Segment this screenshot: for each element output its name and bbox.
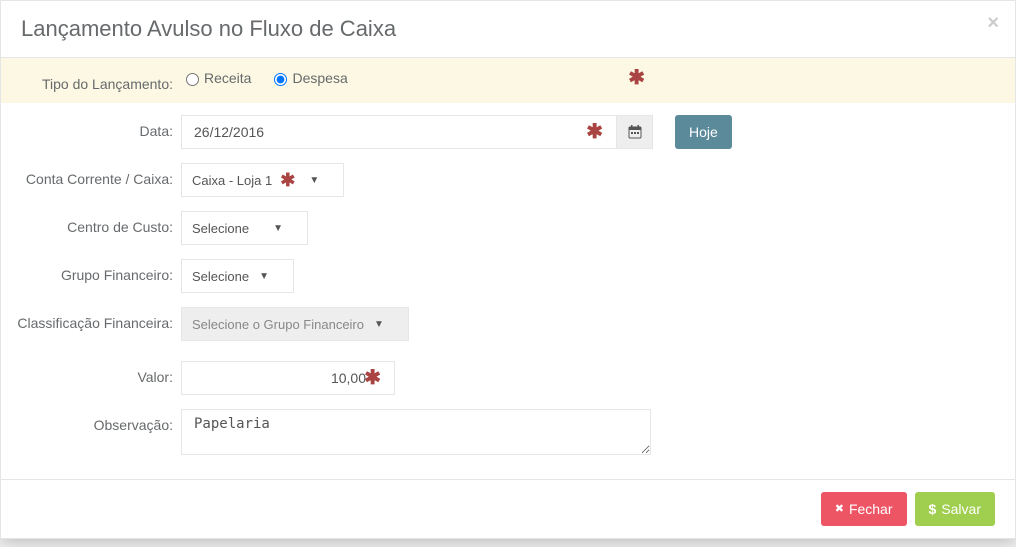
select-centro-custo-value: Selecione — [192, 221, 249, 236]
select-centro-custo[interactable]: Selecione ▼ — [181, 211, 308, 245]
radio-receita-label: Receita — [204, 70, 251, 86]
dollar-icon: $ — [929, 502, 937, 516]
label-classificacao-financeira: Classificação Financeira: — [11, 307, 181, 332]
label-data: Data: — [11, 115, 181, 140]
select-classificacao-financeira-value: Selecione o Grupo Financeiro — [192, 317, 364, 332]
hoje-button[interactable]: Hoje — [675, 115, 732, 149]
row-classificacao-financeira: Classificação Financeira: Selecione o Gr… — [1, 303, 1015, 345]
label-observacao: Observação: — [11, 409, 181, 434]
calendar-icon — [628, 125, 642, 139]
label-centro-custo: Centro de Custo: — [11, 211, 181, 236]
salvar-button-label: Salvar — [941, 501, 981, 517]
label-grupo-financeiro: Grupo Financeiro: — [11, 259, 181, 284]
close-icon[interactable]: × — [987, 13, 999, 33]
select-conta-corrente-value: Caixa - Loja 1 — [192, 173, 272, 188]
modal-header: Lançamento Avulso no Fluxo de Caixa × — [1, 1, 1015, 58]
observacao-textarea[interactable] — [181, 409, 651, 455]
select-grupo-financeiro[interactable]: Selecione ▼ — [181, 259, 294, 293]
chevron-down-icon: ▼ — [273, 223, 283, 234]
radio-despesa-input[interactable] — [274, 73, 287, 86]
asterisk-icon: ✱ — [358, 368, 387, 388]
fechar-button[interactable]: ✖ Fechar — [821, 492, 907, 526]
select-grupo-financeiro-value: Selecione — [192, 269, 249, 284]
chevron-down-icon: ▼ — [374, 319, 384, 330]
chevron-down-icon: ▼ — [309, 175, 319, 186]
modal-title: Lançamento Avulso no Fluxo de Caixa — [21, 16, 995, 42]
label-valor: Valor: — [11, 361, 181, 386]
modal-footer: ✖ Fechar $ Salvar — [1, 479, 1015, 538]
row-data: Data: ✱ — [1, 111, 1015, 153]
hoje-button-label: Hoje — [689, 124, 718, 140]
date-input[interactable] — [181, 115, 617, 149]
label-conta-corrente: Conta Corrente / Caixa: — [11, 163, 181, 188]
calendar-button[interactable] — [617, 115, 653, 149]
asterisk-icon: ✱ — [622, 68, 651, 88]
modal-body: Tipo do Lançamento: Receita Despesa ✱ — [1, 58, 1015, 479]
modal-lancamento-avulso: Lançamento Avulso no Fluxo de Caixa × Ti… — [0, 0, 1016, 539]
row-centro-custo: Centro de Custo: Selecione ▼ — [1, 207, 1015, 249]
row-grupo-financeiro: Grupo Financeiro: Selecione ▼ — [1, 255, 1015, 297]
row-conta-corrente: Conta Corrente / Caixa: Caixa - Loja 1 ✱… — [1, 159, 1015, 201]
radio-despesa-label: Despesa — [292, 70, 347, 86]
select-classificacao-financeira[interactable]: Selecione o Grupo Financeiro ▼ — [181, 307, 409, 341]
radio-receita-input[interactable] — [186, 73, 199, 86]
chevron-down-icon: ▼ — [259, 271, 269, 282]
asterisk-icon: ✱ — [580, 122, 609, 142]
select-conta-corrente[interactable]: Caixa - Loja 1 ✱ ▼ — [181, 163, 344, 197]
row-observacao: Observação: — [1, 405, 1015, 459]
label-tipo-lancamento: Tipo do Lançamento: — [11, 68, 181, 93]
fechar-button-label: Fechar — [849, 501, 893, 517]
close-icon: ✖ — [835, 504, 844, 515]
radio-receita[interactable]: Receita — [181, 70, 251, 86]
radio-despesa[interactable]: Despesa — [269, 70, 347, 86]
asterisk-icon: ✱ — [280, 171, 295, 189]
salvar-button[interactable]: $ Salvar — [915, 492, 995, 526]
row-valor: Valor: ✱ — [1, 357, 1015, 399]
row-tipo-lancamento: Tipo do Lançamento: Receita Despesa ✱ — [1, 58, 1015, 103]
